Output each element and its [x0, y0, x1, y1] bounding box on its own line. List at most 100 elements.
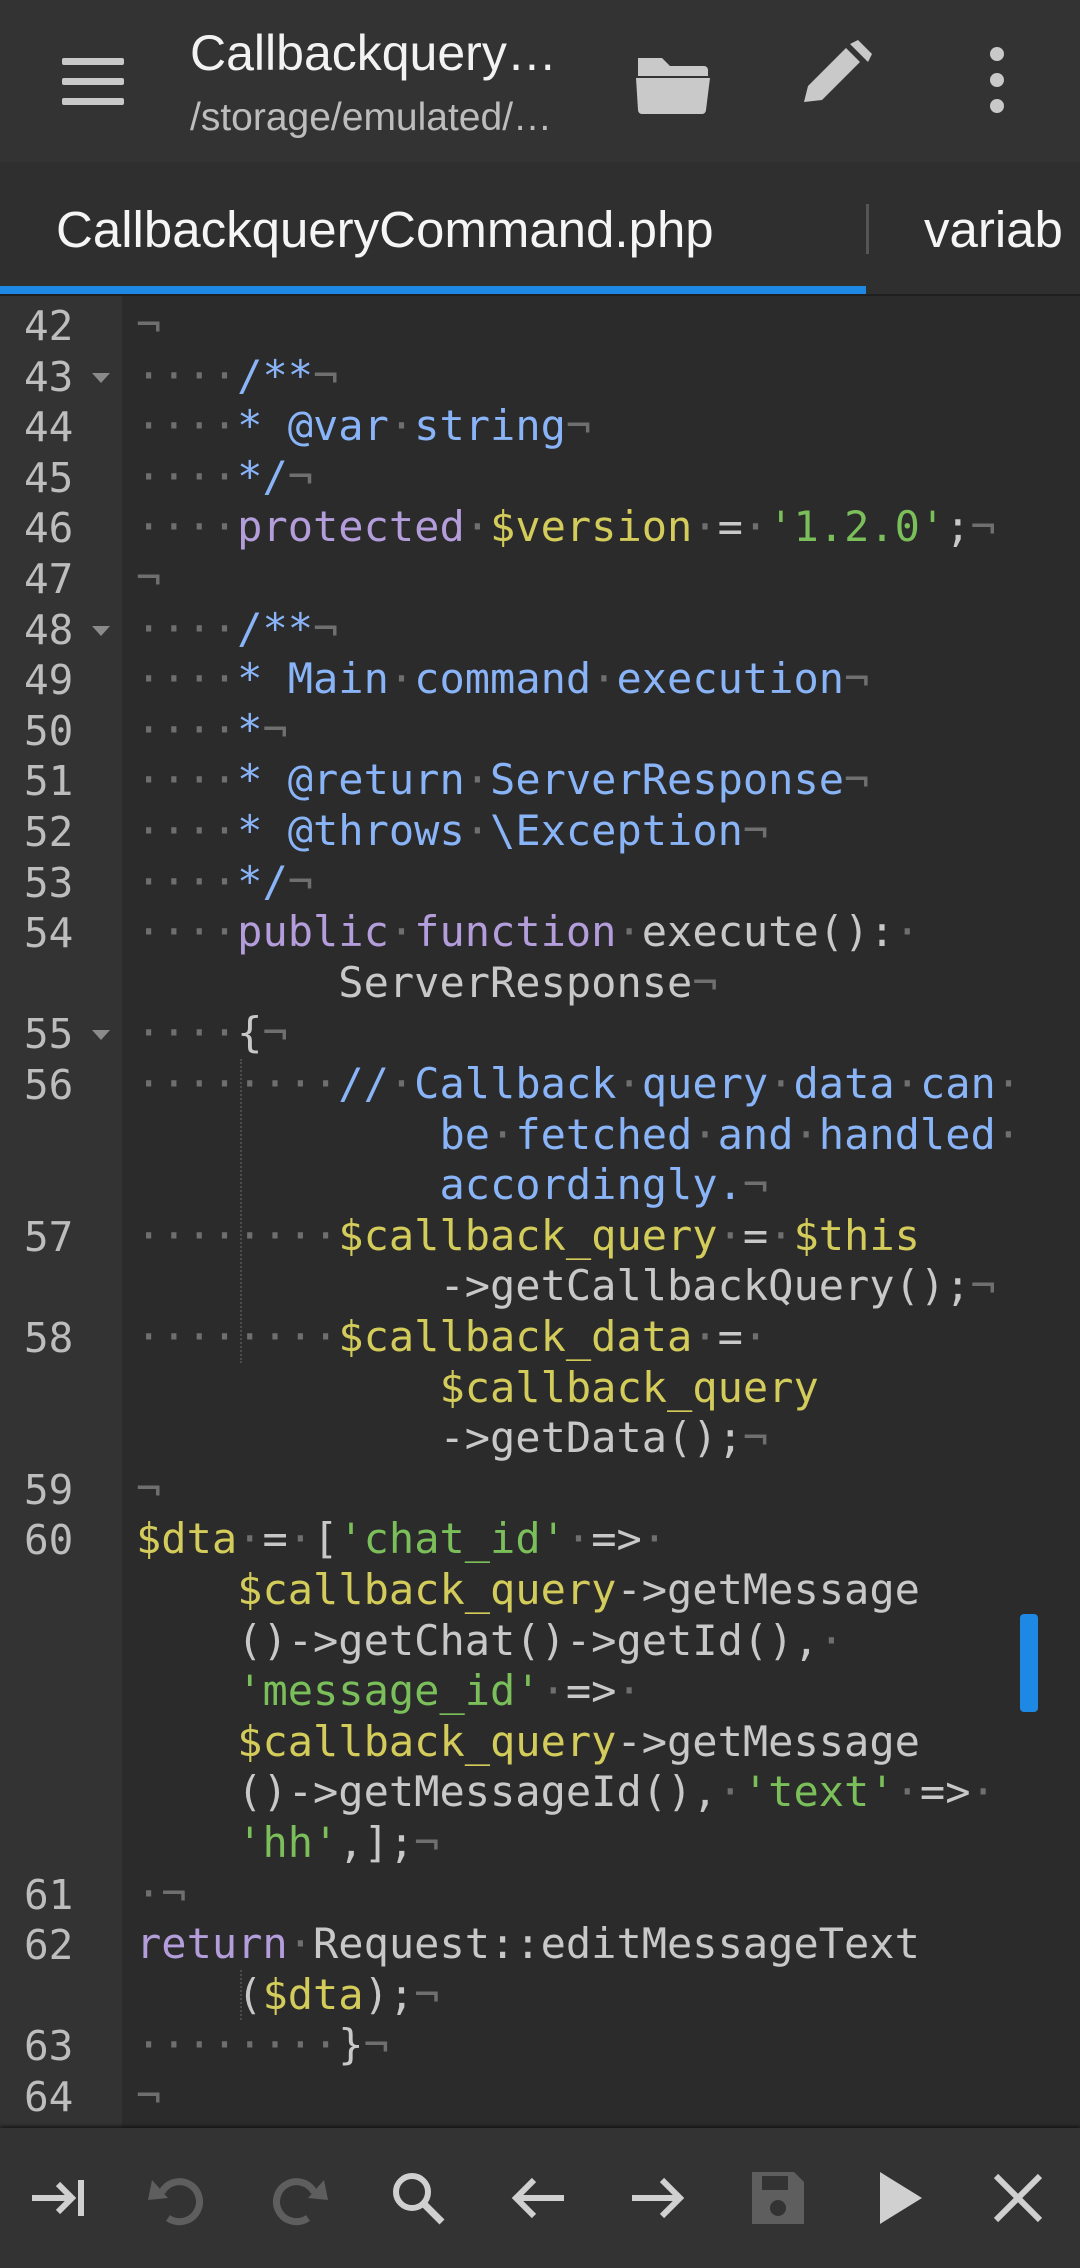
code-token: ¬	[313, 603, 339, 653]
menu-icon[interactable]	[58, 56, 130, 108]
search-icon[interactable]	[368, 2148, 468, 2248]
code-token: ->getCallbackQuery();	[439, 1261, 971, 1311]
code-token: * @return	[237, 755, 465, 805]
code-token: ·	[742, 502, 769, 552]
code-line: ····*/¬	[136, 452, 313, 502]
code-line: ········$callback_data·=·	[136, 1312, 768, 1362]
line-number: 45	[24, 453, 74, 502]
save-icon[interactable]	[728, 2148, 828, 2248]
code-token: ·	[591, 654, 617, 704]
code-token: *	[237, 704, 263, 754]
scrollbar-thumb[interactable]	[1020, 1614, 1038, 1712]
code-token: ¬	[565, 401, 592, 451]
code-token: execute():	[641, 907, 895, 957]
code-token: ·	[768, 1210, 794, 1260]
code-line: ····* @throws·\Exception¬	[136, 806, 768, 856]
code-token: $callback_query	[237, 1716, 617, 1766]
close-icon[interactable]	[968, 2148, 1068, 2248]
line-number: 63	[24, 2022, 74, 2071]
undo-icon[interactable]	[128, 2148, 228, 2248]
code-line: ····* @var·string¬	[136, 401, 591, 451]
code-line: $callback_query->getMessage	[136, 1717, 920, 1767]
code-token: ServerResponse	[338, 957, 693, 1007]
arrow-left-icon[interactable]	[488, 2148, 588, 2248]
code-line: ····* @return·ServerResponse¬	[136, 755, 869, 805]
code-token: ·	[388, 654, 415, 704]
code-token: ¬	[363, 2020, 389, 2070]
code-token: ·	[287, 1919, 314, 1969]
arrow-right-icon[interactable]	[608, 2148, 708, 2248]
code-token: ····	[136, 502, 238, 552]
code-token: * @var	[237, 401, 389, 451]
code-token: $this	[793, 1210, 920, 1260]
redo-icon[interactable]	[248, 2148, 348, 2248]
code-token: ¬	[262, 1008, 288, 1058]
line-number: 42	[24, 302, 74, 350]
code-token: ·	[388, 907, 415, 957]
line-number: 44	[24, 403, 74, 452]
code-token: ·	[464, 806, 491, 855]
code-line: $dta·=·['chat_id'·=>·	[136, 1514, 667, 1564]
code-token: ·	[388, 401, 415, 451]
code-token: ¬	[414, 1969, 440, 2019]
code-token: ¬	[970, 1261, 996, 1311]
tab-variab[interactable]: variab	[924, 200, 1063, 259]
code-line: ····/**¬	[136, 604, 338, 654]
fold-toggle-icon[interactable]	[92, 1030, 110, 1041]
code-token: ·	[237, 1514, 263, 1564]
code-token: protected	[237, 502, 465, 552]
code-token: ¬	[287, 451, 314, 501]
line-number: 50	[24, 706, 74, 755]
code-token: ·	[818, 1615, 845, 1665]
more-vert-icon[interactable]	[952, 40, 1042, 120]
code-token: 'text'	[742, 1767, 895, 1817]
code-line: 'hh',];¬	[136, 1818, 439, 1868]
code-token: ¬	[692, 957, 718, 1007]
line-number: 49	[24, 656, 74, 705]
line-number: 64	[24, 2073, 74, 2121]
code-editor[interactable]: 42 43 44 45 46 47 48 49 50 51 52 53 54 55 56 57 58 59 60 61…	[0, 296, 1080, 2128]
code-token: ·	[970, 1767, 996, 1817]
code-token: }	[338, 2020, 364, 2070]
code-token: ·	[894, 907, 920, 957]
pencil-icon[interactable]	[790, 40, 880, 120]
tab-indent-icon[interactable]	[8, 2148, 108, 2248]
code-token: ·	[388, 1059, 415, 1108]
code-line: ····*/¬	[136, 857, 313, 907]
code-line: ········$callback_query·=·$this	[136, 1211, 920, 1261]
code-token: $callback_query	[439, 1362, 819, 1412]
line-number: 43	[24, 352, 74, 401]
line-number: 46	[24, 504, 74, 553]
run-icon[interactable]	[848, 2148, 948, 2248]
code-token: =>	[565, 1666, 617, 1716]
app-bar: Callbackquery… /storage/emulated/…	[0, 0, 1080, 162]
code-token: function	[414, 907, 617, 957]
fold-toggle-icon[interactable]	[92, 372, 110, 383]
code-token: //	[338, 1059, 389, 1108]
code-line: ¬	[136, 1464, 161, 1514]
code-line: ····*¬	[136, 705, 288, 755]
code-token: ·	[616, 907, 642, 957]
code-line: ········//·Callback·query·data·can·	[136, 1059, 1021, 1109]
line-number: 48	[24, 605, 74, 654]
indent-guide	[240, 1969, 242, 2021]
folder-icon[interactable]	[628, 40, 718, 120]
tab-divider	[866, 204, 869, 254]
code-token: ·	[565, 1514, 592, 1564]
code-token: ¬	[742, 1160, 769, 1210]
code-line: ()->getMessageId(),·'text'·=>·	[136, 1767, 996, 1817]
file-title: Callbackquery…	[190, 25, 557, 81]
code-token: ·¬	[136, 1868, 187, 1918]
fold-toggle-icon[interactable]	[92, 625, 110, 636]
code-line: ····public·function·execute():·	[136, 907, 920, 957]
code-token: ·	[641, 1514, 668, 1564]
code-line: ->getData();¬	[136, 1413, 768, 1463]
code-token: ····	[136, 856, 238, 906]
tab-callbackquerycommand[interactable]: CallbackqueryCommand.php	[0, 162, 866, 296]
code-token: ·	[490, 1109, 516, 1159]
code-token: command	[414, 654, 592, 704]
code-token: );	[363, 1969, 415, 2019]
code-line: ¬	[136, 2071, 161, 2121]
